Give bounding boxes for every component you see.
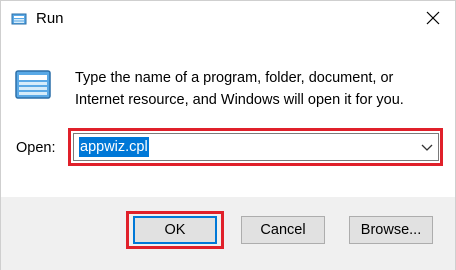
open-label: Open: [16,140,56,156]
run-dialog: Run Type the name of a program, folder, … [0,0,456,270]
cancel-button[interactable]: Cancel [241,216,325,244]
open-input-value[interactable]: appwiz.cpl [79,137,149,157]
title-bar: Run [1,1,455,39]
run-program-icon [15,67,53,103]
window-title: Run [36,10,64,27]
ok-button[interactable]: OK [133,216,217,244]
open-combobox[interactable]: appwiz.cpl [73,133,439,161]
description-text: Type the name of a program, folder, docu… [75,70,404,108]
run-app-icon [11,11,27,27]
chevron-down-icon[interactable] [420,140,434,154]
close-button[interactable] [419,7,447,33]
browse-button[interactable]: Browse... [349,216,433,244]
close-icon [426,11,440,30]
